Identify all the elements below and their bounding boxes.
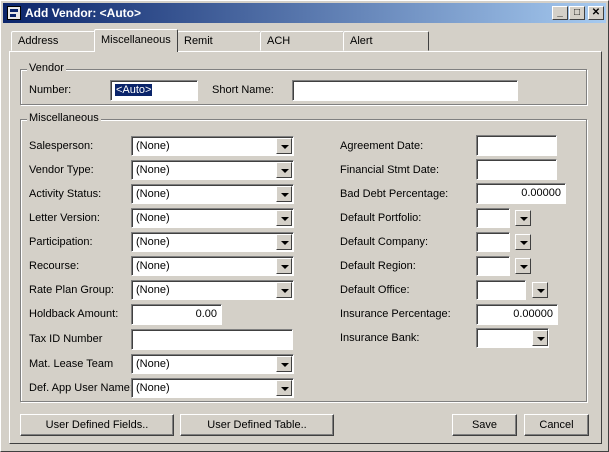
bad-debt-label: Bad Debt Percentage: [340,188,449,200]
vendor-type-value: (None) [136,164,170,176]
activity-status-label: Activity Status: [29,188,102,200]
default-portfolio-select[interactable] [476,208,510,228]
vendor-type-dropdown-icon[interactable] [276,162,292,178]
add-vendor-window: Add Vendor: <Auto> _ □ ✕ Address Miscell… [0,0,609,452]
rate-plan-group-label: Rate Plan Group: [29,284,114,296]
salesperson-value: (None) [136,140,170,152]
tax-id-label: Tax ID Number [29,333,103,345]
app-icon [7,6,21,20]
default-portfolio-label: Default Portfolio: [340,212,422,224]
letter-version-select[interactable]: (None) [131,208,294,228]
recourse-label: Recourse: [29,260,80,272]
number-label: Number: [29,84,72,96]
mat-lease-team-select[interactable]: (None) [131,354,294,374]
default-region-select[interactable] [476,256,510,276]
letter-version-value: (None) [136,212,170,224]
insurance-pct-field[interactable]: 0.00000 [476,304,558,325]
def-app-user-dropdown-icon[interactable] [276,380,292,396]
user-defined-fields-button[interactable]: User Defined Fields.. [20,414,174,436]
tab-miscellaneous[interactable]: Miscellaneous [94,29,178,52]
default-company-select[interactable] [476,232,510,252]
vendor-type-label: Vendor Type: [29,164,94,176]
salesperson-dropdown-icon[interactable] [276,138,292,154]
financial-stmt-date-field[interactable] [476,159,557,180]
default-company-label: Default Company: [340,236,429,248]
agreement-date-label: Agreement Date: [340,140,424,152]
miscellaneous-group-label: Miscellaneous [27,112,101,124]
vendor-group-label: Vendor [27,62,66,74]
participation-value: (None) [136,236,170,248]
cancel-button[interactable]: Cancel [524,414,589,436]
default-office-dropdown-icon[interactable] [532,282,548,298]
default-region-label: Default Region: [340,260,416,272]
user-defined-table-button[interactable]: User Defined Table.. [180,414,334,436]
def-app-user-value: (None) [136,382,170,394]
default-portfolio-dropdown-icon[interactable] [515,210,531,226]
tab-ach[interactable]: ACH [260,31,344,51]
tax-id-field[interactable] [131,329,293,350]
letter-version-dropdown-icon[interactable] [276,210,292,226]
holdback-amount-field[interactable]: 0.00 [131,304,222,325]
letter-version-label: Letter Version: [29,212,100,224]
short-name-field[interactable] [292,80,518,101]
default-company-dropdown-icon[interactable] [515,234,531,250]
tab-address[interactable]: Address [11,31,95,51]
rate-plan-group-value: (None) [136,284,170,296]
participation-select[interactable]: (None) [131,232,294,252]
holdback-amount-label: Holdback Amount: [29,308,119,320]
recourse-dropdown-icon[interactable] [276,258,292,274]
participation-dropdown-icon[interactable] [276,234,292,250]
salesperson-label: Salesperson: [29,140,94,152]
short-name-label: Short Name: [212,84,274,96]
tab-alert[interactable]: Alert [343,31,429,51]
def-app-user-select[interactable]: (None) [131,378,294,398]
agreement-date-field[interactable] [476,135,557,156]
mat-lease-team-value: (None) [136,358,170,370]
insurance-pct-label: Insurance Percentage: [340,308,451,320]
default-office-label: Default Office: [340,284,410,296]
bad-debt-field[interactable]: 0.00000 [476,183,566,204]
vendor-number-value: <Auto> [115,84,153,96]
activity-status-dropdown-icon[interactable] [276,186,292,202]
minimize-icon[interactable]: _ [552,6,568,20]
mat-lease-team-dropdown-icon[interactable] [276,356,292,372]
mat-lease-team-label: Mat. Lease Team [29,358,114,370]
miscellaneous-panel: Vendor Number: <Auto> Short Name: Miscel… [9,51,602,444]
window-title: Add Vendor: <Auto> [25,6,142,20]
insurance-bank-dropdown-icon[interactable] [532,330,548,346]
default-office-select[interactable] [476,280,526,300]
maximize-icon[interactable]: □ [569,6,585,20]
insurance-bank-label: Insurance Bank: [340,332,420,344]
def-app-user-label: Def. App User Name: [29,382,133,394]
rate-plan-group-select[interactable]: (None) [131,280,294,300]
activity-status-select[interactable]: (None) [131,184,294,204]
title-bar[interactable]: Add Vendor: <Auto> _ □ ✕ [3,3,606,23]
recourse-select[interactable]: (None) [131,256,294,276]
activity-status-value: (None) [136,188,170,200]
vendor-type-select[interactable]: (None) [131,160,294,180]
salesperson-select[interactable]: (None) [131,136,294,156]
vendor-number-field[interactable]: <Auto> [110,80,198,101]
rate-plan-group-dropdown-icon[interactable] [276,282,292,298]
default-region-dropdown-icon[interactable] [515,258,531,274]
participation-label: Participation: [29,236,93,248]
financial-stmt-date-label: Financial Stmt Date: [340,164,440,176]
close-icon[interactable]: ✕ [588,6,604,20]
tab-remit[interactable]: Remit [177,31,261,51]
recourse-value: (None) [136,260,170,272]
save-button[interactable]: Save [452,414,517,436]
